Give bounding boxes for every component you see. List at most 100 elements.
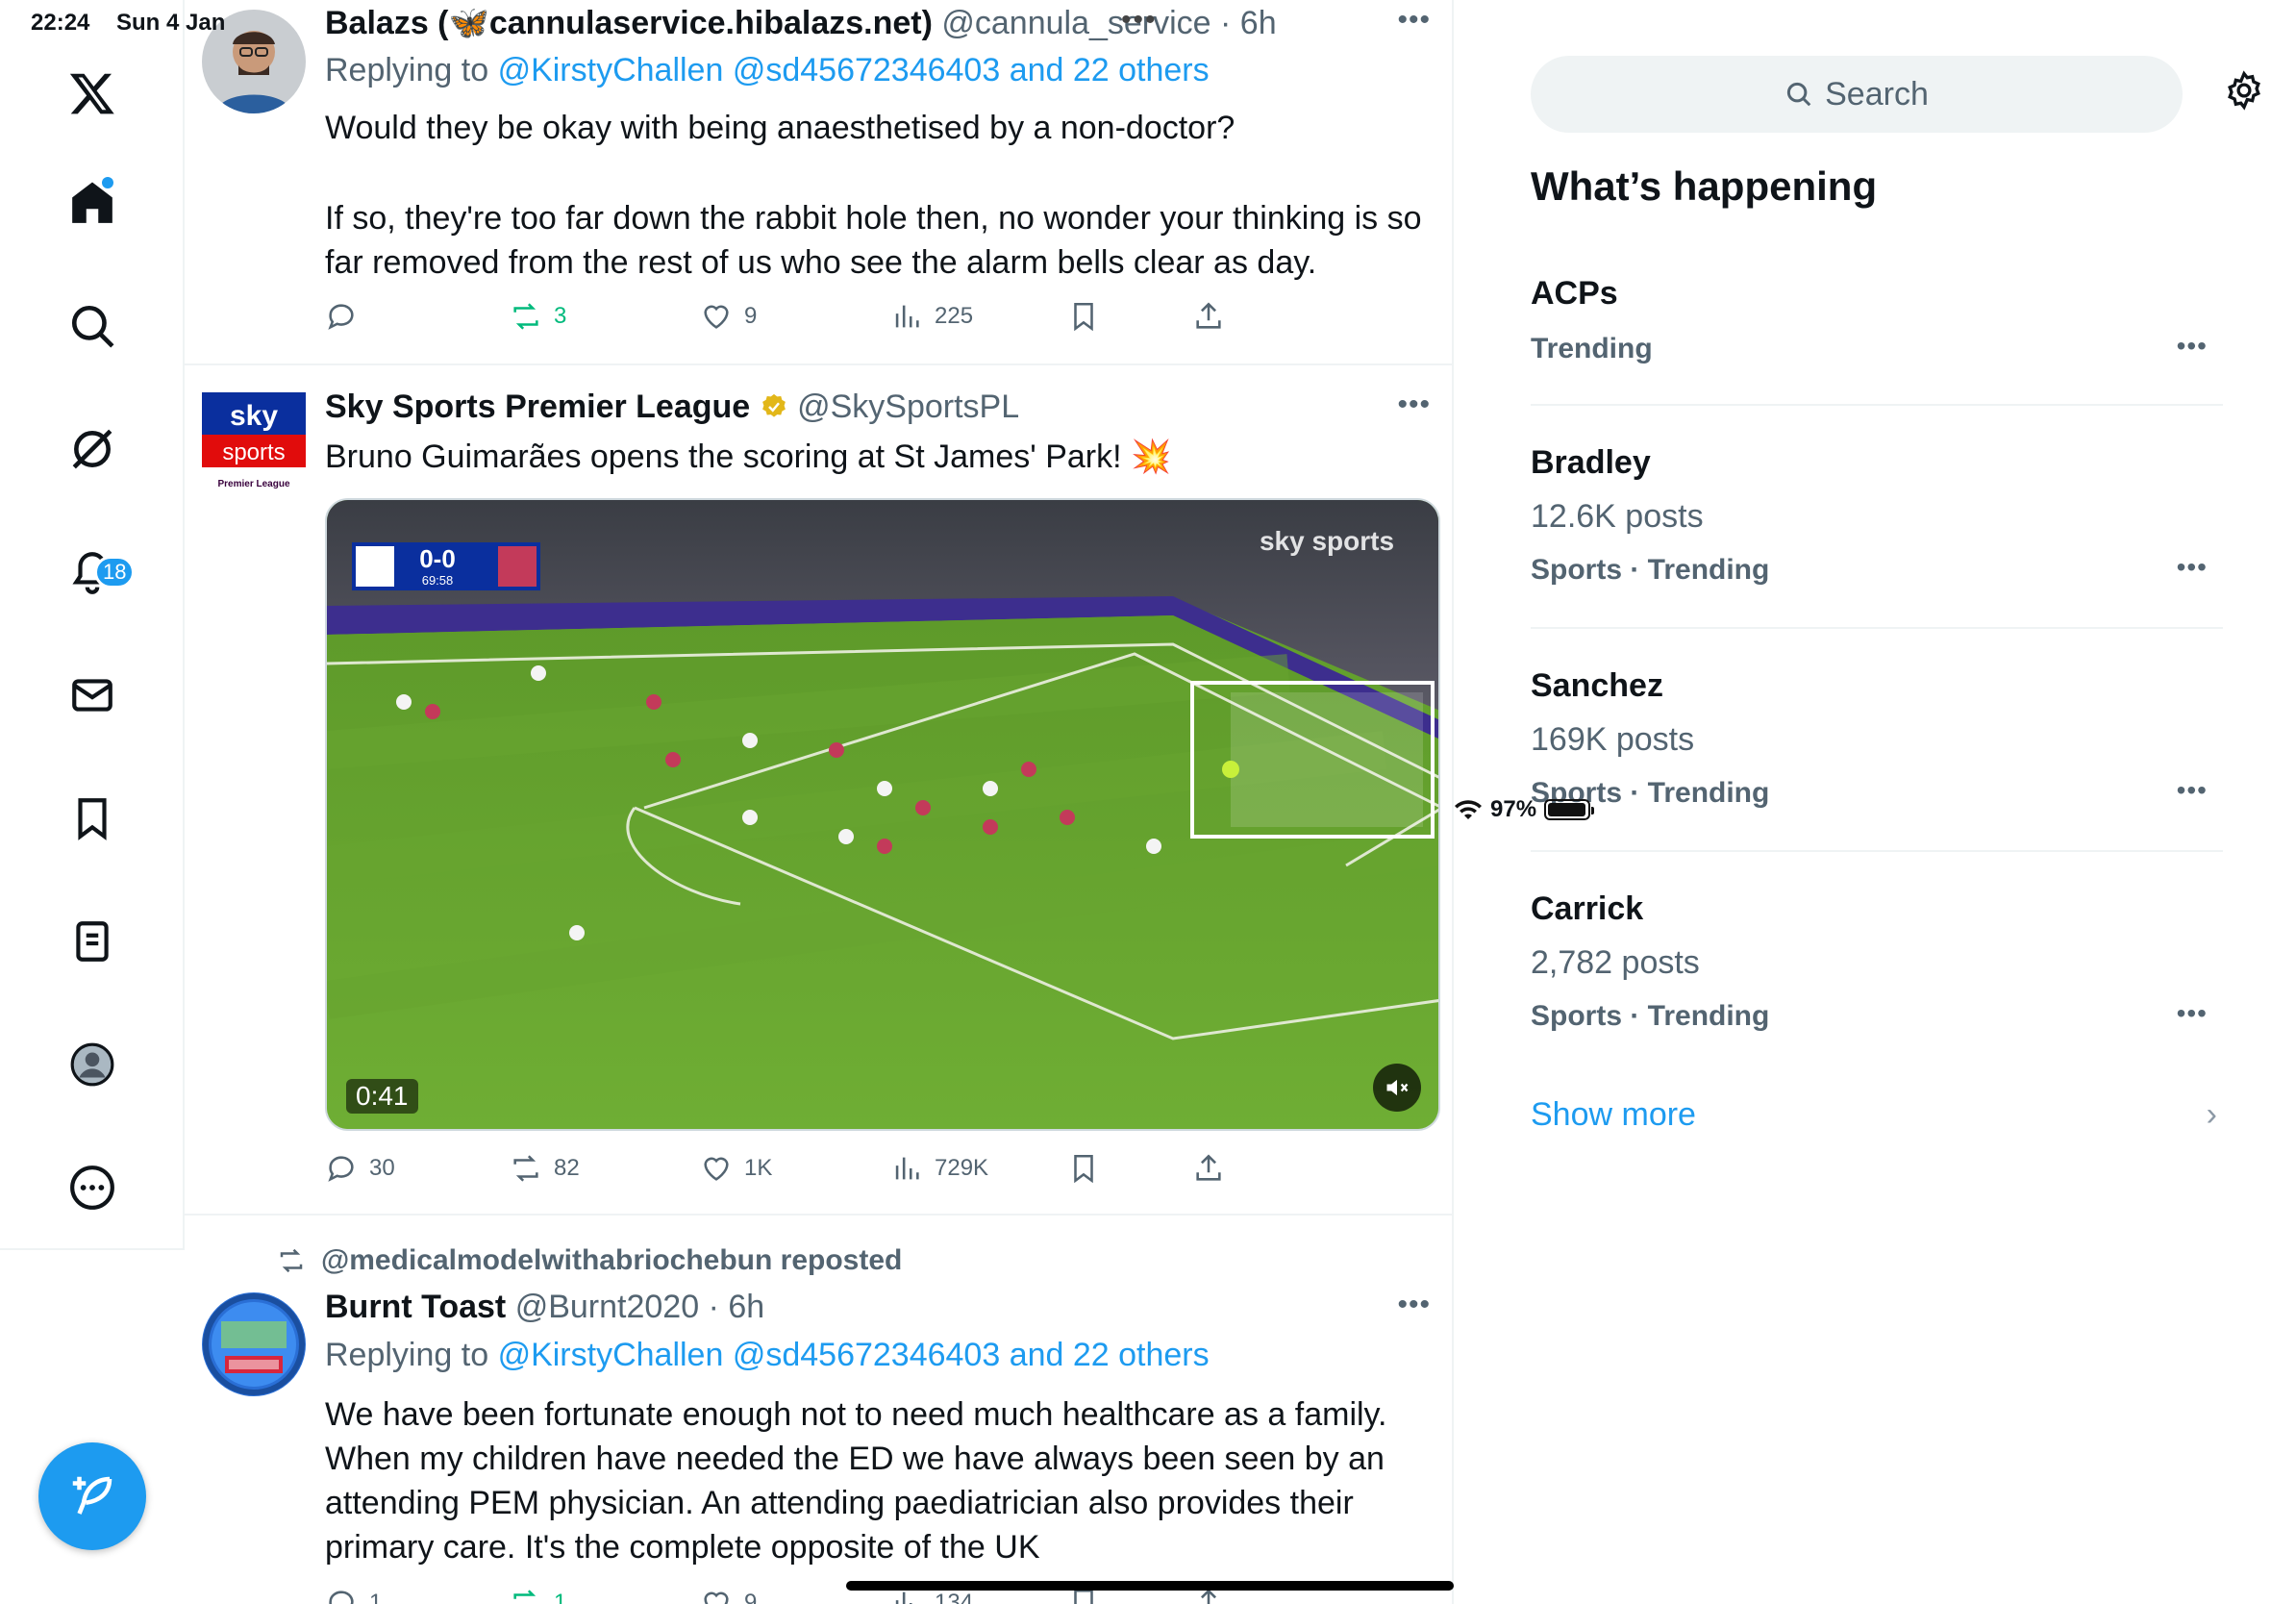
views-count: 225 xyxy=(935,303,974,329)
reply-count: 1 xyxy=(369,1590,383,1604)
battery-percent: 97% xyxy=(1490,796,1537,822)
replying-to-link[interactable]: @KirstyChallen @sd45672346403 and 22 oth… xyxy=(498,52,1210,88)
like-button[interactable]: 1K xyxy=(700,1152,772,1185)
status-date: Sun 4 Jan xyxy=(116,10,226,36)
svg-text:69:58: 69:58 xyxy=(422,573,454,588)
avatar[interactable] xyxy=(202,1292,306,1396)
repost-icon xyxy=(513,1155,538,1182)
verified-badge-icon xyxy=(761,393,786,417)
views-bar-chart-icon xyxy=(895,305,919,328)
lists-icon[interactable] xyxy=(0,889,185,994)
tweet-text: We have been fortunate enough not to nee… xyxy=(325,1396,1387,1566)
reply-button[interactable]: 1 xyxy=(325,1587,382,1604)
wifi-icon xyxy=(1455,800,1482,819)
svg-text:sky sports: sky sports xyxy=(1260,526,1394,556)
repost-count: 3 xyxy=(554,303,567,329)
svg-text:Premier League: Premier League xyxy=(217,479,289,489)
reposted-by[interactable]: @medicalmodelwithabriochebun reposted xyxy=(321,1244,902,1277)
bookmark-button[interactable] xyxy=(1067,1152,1100,1185)
home-icon[interactable] xyxy=(0,150,185,256)
like-button[interactable]: 9 xyxy=(700,1587,757,1604)
like-count: 1K xyxy=(744,1155,773,1181)
reply-icon xyxy=(328,1156,354,1182)
notifications-bell-icon[interactable]: 18 xyxy=(0,519,185,625)
reply-button[interactable]: 30 xyxy=(325,1152,395,1185)
replying-to: Replying to @KirstyChallen @sd4567234640… xyxy=(325,52,1210,89)
views-count: 134 xyxy=(935,1590,974,1604)
reply-icon xyxy=(328,304,354,330)
views-count: 729K xyxy=(935,1155,989,1181)
sky-sports-avatar[interactable]: sky sports Premier League xyxy=(202,392,306,496)
search-icon[interactable] xyxy=(0,273,185,379)
battery-icon xyxy=(1544,799,1595,820)
repost-count: 82 xyxy=(554,1155,580,1181)
like-button[interactable]: 9 xyxy=(700,300,757,333)
author-handle-time[interactable]: @Burnt2020 · 6h xyxy=(515,1289,764,1325)
bookmark-icon xyxy=(1074,1154,1093,1184)
tweet-more-icon[interactable]: ••• xyxy=(1397,1289,1431,1321)
tweet-actions: 3 9 225 xyxy=(325,300,1286,338)
svg-text:0-0: 0-0 xyxy=(419,544,456,573)
grok-icon[interactable] xyxy=(0,396,185,502)
home-unread-dot xyxy=(102,177,113,188)
bookmark-icon xyxy=(1074,302,1093,332)
video-thumbnail-football-pitch: 0-0 69:58 sky sports xyxy=(327,500,1438,1129)
svg-text:sports: sports xyxy=(222,439,285,465)
messages-envelope-icon[interactable] xyxy=(0,642,185,748)
svg-text:sky: sky xyxy=(230,400,278,432)
reply-count: 30 xyxy=(369,1155,395,1181)
bookmark-button[interactable] xyxy=(1067,300,1100,333)
video-player[interactable]: 0-0 69:58 sky sports 0:41 xyxy=(325,498,1440,1131)
more-options-icon[interactable] xyxy=(0,1135,185,1241)
tweet-header: Burnt Toast @Burnt2020 · 6h xyxy=(325,1289,764,1326)
share-icon xyxy=(1196,1154,1221,1181)
repost-button[interactable]: 3 xyxy=(510,300,566,333)
repost-icon xyxy=(280,1248,303,1273)
tweet-text: Bruno Guimarães opens the scoring at St … xyxy=(325,439,1172,475)
views-bar-chart-icon xyxy=(895,1157,919,1180)
x-logo-icon[interactable] xyxy=(0,40,185,146)
replying-to: Replying to @KirstyChallen @sd4567234640… xyxy=(325,1337,1210,1374)
bookmarks-icon[interactable] xyxy=(0,765,185,871)
compose-post-button[interactable] xyxy=(38,1442,146,1550)
home-indicator[interactable] xyxy=(846,1581,1454,1591)
views-button[interactable]: 729K xyxy=(890,1152,988,1185)
repost-button[interactable]: 82 xyxy=(510,1152,580,1185)
tweet-header: Sky Sports Premier League @SkySportsPL xyxy=(325,388,1019,426)
share-icon xyxy=(1196,302,1221,329)
tweet[interactable]: sky sports Premier League Sky Sports Pre… xyxy=(185,365,1452,1216)
like-count: 9 xyxy=(744,303,758,329)
like-count: 9 xyxy=(744,1590,758,1604)
feather-plus-icon xyxy=(72,1476,112,1515)
heart-icon xyxy=(704,305,729,329)
views-button[interactable]: 225 xyxy=(890,300,973,333)
tweet[interactable]: @medicalmodelwithabriochebun reposted Bu… xyxy=(185,1216,1452,1604)
tweet-text: Would they be okay with being anaestheti… xyxy=(325,110,1235,146)
tweet-text: If so, they're too far down the rabbit h… xyxy=(325,200,1422,281)
profile-avatar-icon[interactable] xyxy=(0,1012,185,1117)
replying-to-link[interactable]: @KirstyChallen @sd45672346403 and 22 oth… xyxy=(498,1337,1210,1373)
share-button[interactable] xyxy=(1192,300,1225,333)
repost-button[interactable]: 1 xyxy=(510,1587,566,1604)
mute-toggle-button[interactable] xyxy=(1373,1064,1421,1112)
status-time: 22:24 xyxy=(31,10,90,36)
replying-prefix: Replying to xyxy=(325,52,489,88)
tweet-more-icon[interactable]: ••• xyxy=(1397,388,1431,421)
share-button[interactable] xyxy=(1192,1152,1225,1185)
author-name[interactable]: Sky Sports Premier League xyxy=(325,388,750,425)
repost-count: 1 xyxy=(554,1590,567,1604)
author-handle[interactable]: @SkySportsPL xyxy=(797,388,1019,425)
timeline[interactable]: Balazs (🦋cannulaservice.hibalazs.net) @c… xyxy=(185,0,1454,1604)
author-name[interactable]: Burnt Toast xyxy=(325,1289,506,1325)
video-duration: 0:41 xyxy=(346,1079,418,1114)
repost-icon xyxy=(513,1590,537,1599)
repost-icon xyxy=(513,303,538,330)
multitasking-dots[interactable]: ••• xyxy=(1121,4,1158,37)
tweet-actions: 30 82 1K 729K xyxy=(325,1152,1286,1190)
status-bar: 22:24 Sun 4 Jan ••• 97% xyxy=(0,0,2296,822)
heart-icon xyxy=(704,1157,729,1181)
reply-button[interactable] xyxy=(325,300,358,333)
repost-attribution: @medicalmodelwithabriochebun reposted xyxy=(277,1244,902,1277)
replying-prefix: Replying to xyxy=(325,1337,489,1373)
tweet[interactable]: Balazs (🦋cannulaservice.hibalazs.net) @c… xyxy=(185,0,1452,365)
